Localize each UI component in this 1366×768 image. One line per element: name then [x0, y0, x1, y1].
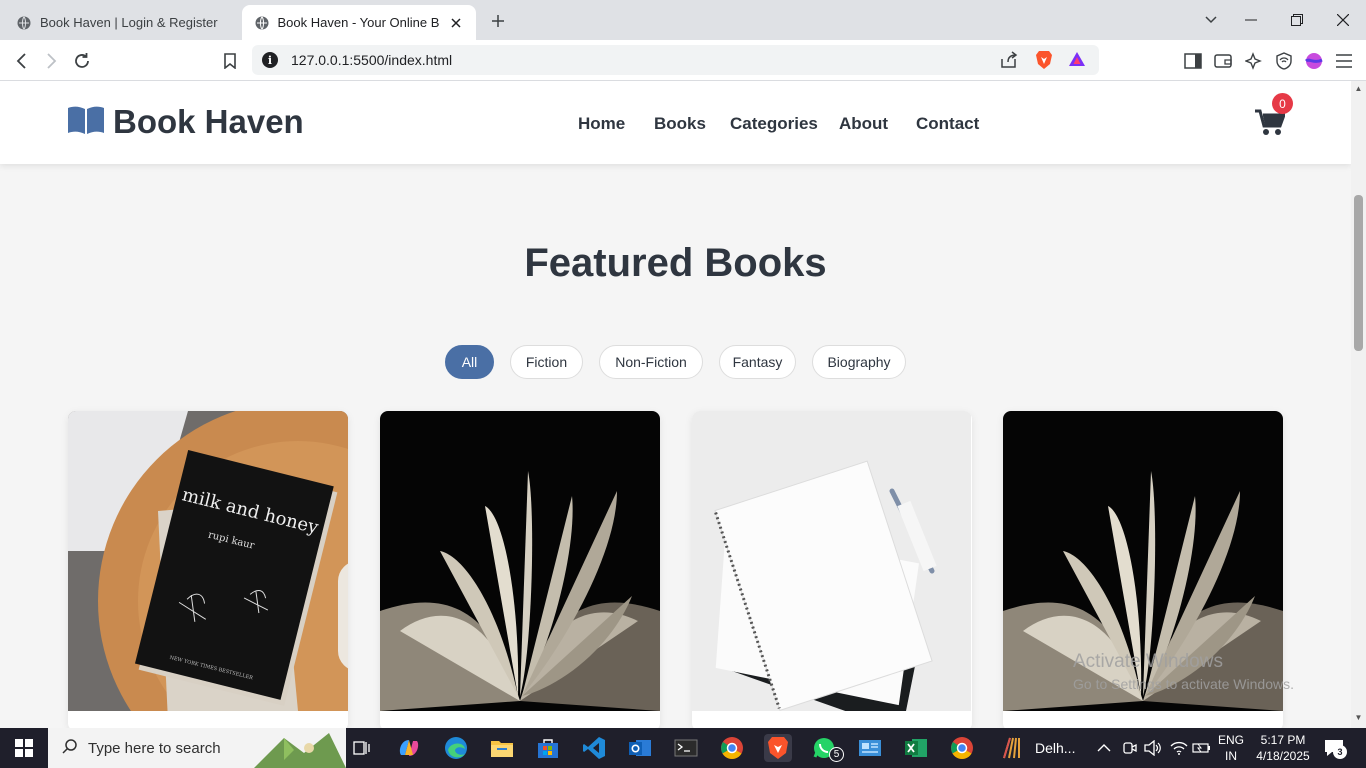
brand-name: Book Haven	[113, 103, 304, 140]
tab-title: Book Haven - Your Online Book Store	[277, 15, 441, 30]
watermark-title: Activate Windows	[1073, 651, 1223, 672]
edge-icon[interactable]	[442, 734, 470, 762]
region-code: IN	[1225, 749, 1237, 763]
microsoft-store-icon[interactable]	[534, 734, 562, 762]
filter-biography[interactable]: Biography	[812, 345, 906, 379]
file-explorer-icon[interactable]	[488, 734, 516, 762]
input-language[interactable]: ENG IN	[1218, 732, 1244, 764]
brave-rewards-icon[interactable]	[1068, 51, 1086, 72]
globe-icon	[254, 15, 270, 31]
taskbar-weather-label[interactable]: Delh...	[1035, 728, 1075, 768]
menu-icon[interactable]	[1333, 50, 1355, 72]
bookmark-icon[interactable]	[219, 50, 241, 72]
close-window-icon[interactable]	[1333, 10, 1353, 30]
book-card[interactable]	[380, 411, 660, 728]
webpage: Book Haven Home Books Categories About C…	[0, 81, 1351, 728]
page-scrollbar[interactable]	[1351, 81, 1366, 728]
section-title: Featured Books	[524, 241, 827, 285]
address-bar[interactable]: i 127.0.0.1:5500/index.html	[252, 45, 1099, 75]
watermark-subtitle: Go to Settings to activate Windows.	[1073, 676, 1294, 692]
volume-icon[interactable]	[1144, 728, 1162, 768]
search-icon	[62, 738, 78, 759]
reload-icon[interactable]	[71, 50, 93, 72]
notification-count-badge: 3	[1333, 745, 1347, 759]
pencils-app-icon[interactable]	[1000, 734, 1028, 762]
close-tab-icon[interactable]	[448, 15, 464, 31]
book-card[interactable]: milk and honey rupi kaur NEW YORK TIMES …	[68, 411, 348, 728]
whatsapp-unread-badge: 5	[829, 747, 844, 762]
copilot-icon[interactable]	[395, 734, 423, 762]
search-placeholder: Type here to search	[88, 739, 221, 757]
tab-book-haven-active[interactable]: Book Haven - Your Online Book Store	[242, 5, 476, 40]
filter-all[interactable]: All	[445, 345, 494, 379]
minimize-icon[interactable]	[1241, 10, 1261, 30]
task-view-icon[interactable]	[347, 734, 375, 762]
browser-toolbar: i 127.0.0.1:5500/index.html	[0, 40, 1366, 81]
tab-search-chevron-icon[interactable]	[1201, 10, 1221, 30]
browser-tab-strip: Book Haven | Login & Register Book Haven…	[0, 0, 1366, 40]
book-cover-image	[380, 411, 660, 711]
vpn-shield-icon[interactable]	[1273, 50, 1295, 72]
chrome-profile-icon[interactable]	[948, 734, 976, 762]
profile-avatar-icon[interactable]	[1303, 50, 1325, 72]
scroll-down-arrow-icon[interactable]: ▼	[1353, 713, 1364, 723]
site-info-icon[interactable]: i	[262, 52, 278, 68]
scroll-up-arrow-icon[interactable]: ▲	[1353, 84, 1364, 94]
network-icon[interactable]	[1170, 728, 1188, 768]
tab-login-register[interactable]: Book Haven | Login & Register	[4, 5, 240, 40]
brave-shield-icon[interactable]	[1035, 50, 1053, 75]
wallet-icon[interactable]	[1212, 50, 1234, 72]
forward-icon[interactable]	[40, 50, 62, 72]
nav-about[interactable]: About	[839, 114, 888, 134]
show-hidden-icons-chevron-icon[interactable]	[1097, 728, 1111, 768]
nav-categories[interactable]: Categories	[730, 114, 818, 134]
search-highlight-image	[254, 728, 346, 768]
terminal-icon[interactable]	[672, 734, 700, 762]
windows-taskbar: Type here to search 5 Delh... ENG IN 5:1…	[0, 728, 1366, 768]
meet-now-icon[interactable]	[1121, 728, 1137, 768]
tab-title: Book Haven | Login & Register	[40, 15, 218, 30]
activate-windows-watermark: Activate Windows Go to Settings to activ…	[1073, 651, 1294, 692]
windows-start-icon[interactable]	[0, 728, 48, 768]
filter-non-fiction[interactable]: Non-Fiction	[599, 345, 703, 379]
nav-home[interactable]: Home	[578, 114, 625, 134]
screen: Book Haven | Login & Register Book Haven…	[0, 0, 1366, 768]
share-icon[interactable]	[1000, 51, 1018, 74]
filter-fantasy[interactable]: Fantasy	[719, 345, 796, 379]
chrome-icon[interactable]	[718, 734, 746, 762]
cart-count-badge: 0	[1272, 93, 1293, 114]
control-panel-icon[interactable]	[856, 734, 884, 762]
battery-icon[interactable]	[1192, 728, 1212, 768]
clock[interactable]: 5:17 PM 4/18/2025	[1253, 732, 1313, 764]
sidebar-icon[interactable]	[1182, 50, 1204, 72]
clock-time: 5:17 PM	[1260, 733, 1306, 747]
outlook-icon[interactable]	[626, 734, 654, 762]
globe-icon	[16, 15, 32, 31]
restore-icon[interactable]	[1287, 10, 1307, 30]
nav-contact[interactable]: Contact	[916, 114, 979, 134]
url-text: 127.0.0.1:5500/index.html	[291, 52, 453, 68]
language-code: ENG	[1218, 733, 1245, 747]
vscode-icon[interactable]	[580, 734, 608, 762]
excel-icon[interactable]	[902, 734, 930, 762]
site-logo[interactable]: Book Haven	[67, 103, 304, 141]
site-header: Book Haven Home Books Categories About C…	[0, 81, 1351, 164]
book-open-icon	[67, 105, 105, 140]
clock-date: 4/18/2025	[1256, 749, 1310, 763]
brave-browser-icon[interactable]	[764, 734, 792, 762]
filter-fiction[interactable]: Fiction	[510, 345, 583, 379]
taskbar-search-box[interactable]: Type here to search	[48, 728, 346, 768]
book-card[interactable]	[692, 411, 972, 728]
back-icon[interactable]	[11, 50, 33, 72]
nav-books[interactable]: Books	[654, 114, 706, 134]
book-cover-image: milk and honey rupi kaur NEW YORK TIMES …	[68, 411, 348, 711]
leo-ai-icon[interactable]	[1243, 50, 1265, 72]
new-tab-icon[interactable]	[488, 11, 508, 31]
book-cover-image	[692, 411, 971, 711]
scrollbar-thumb[interactable]	[1354, 195, 1363, 351]
